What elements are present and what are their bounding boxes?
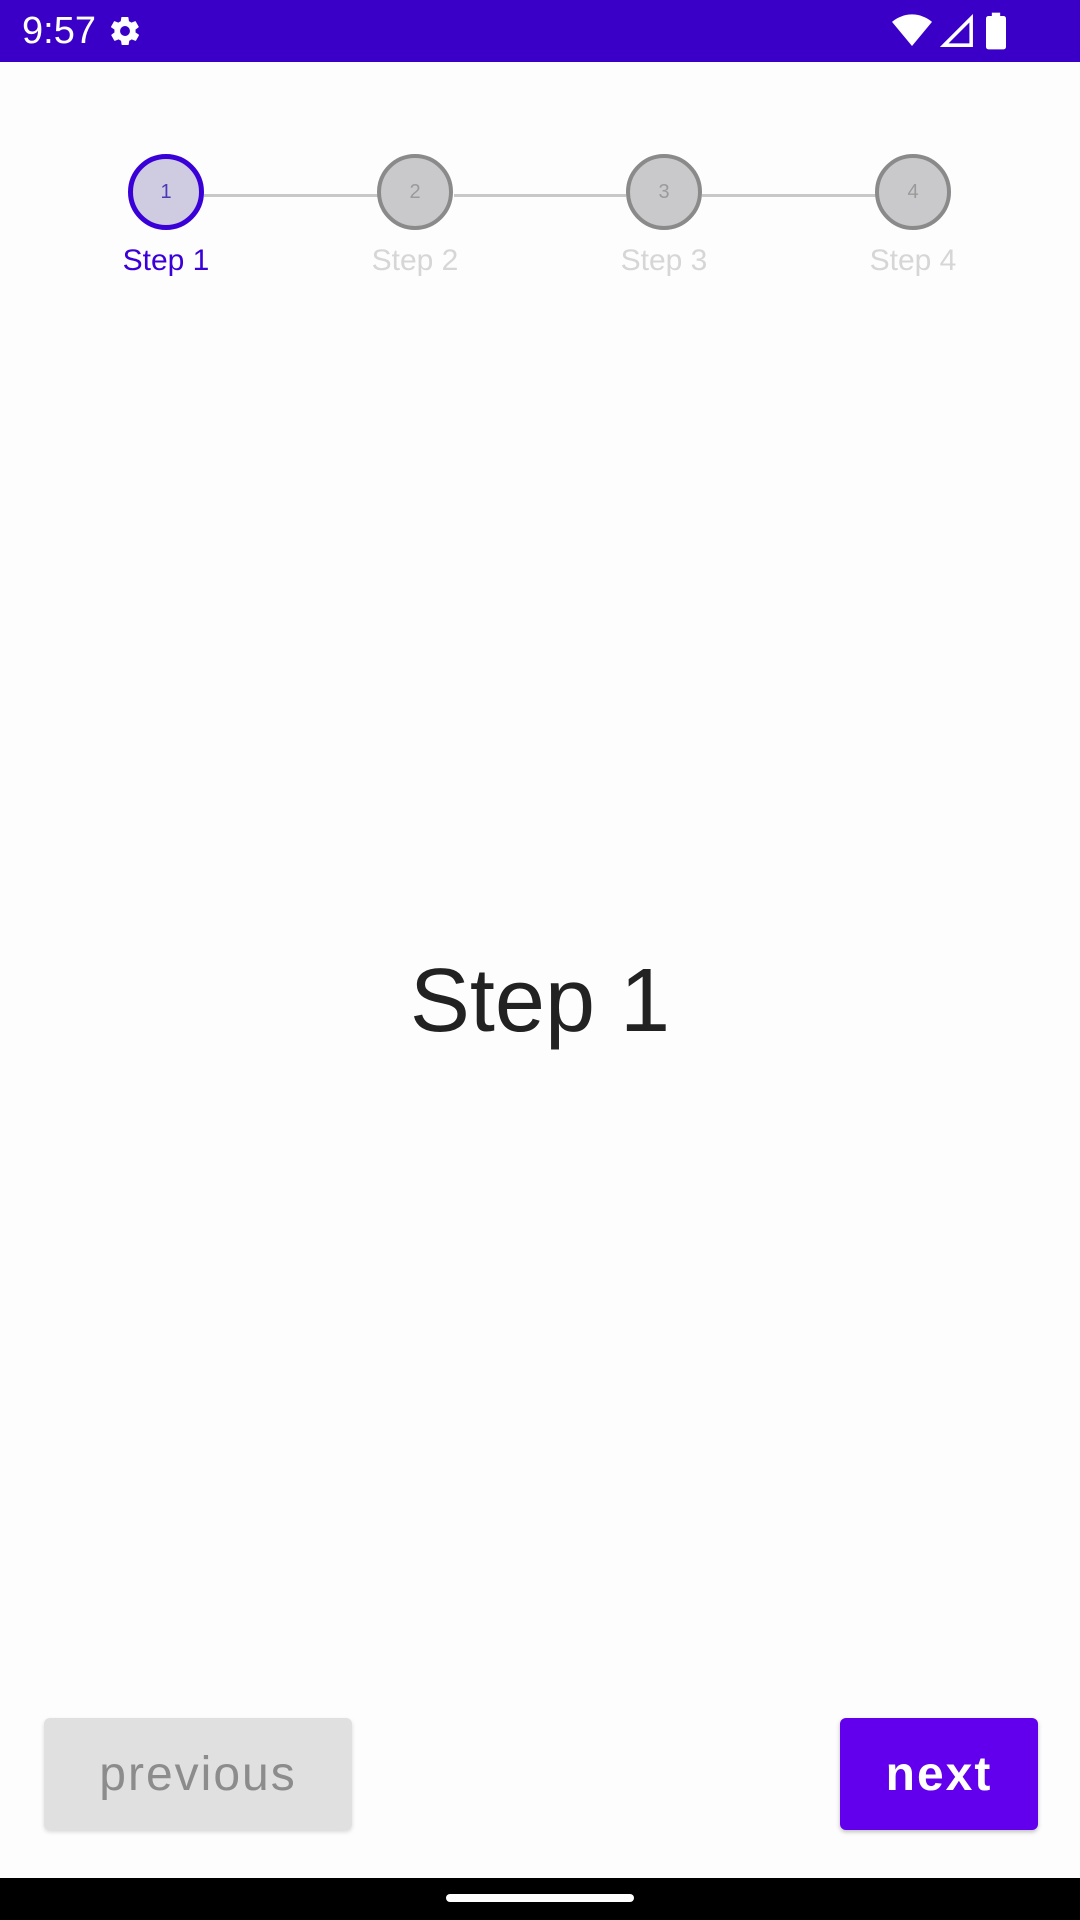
step-4[interactable]: 4 Step 4 [833, 154, 993, 278]
home-gesture-handle[interactable] [446, 1894, 634, 1902]
wifi-icon [892, 14, 932, 47]
gear-icon [111, 16, 139, 46]
status-time: 9:57 [22, 10, 96, 52]
battery-icon [986, 12, 1006, 50]
step-2[interactable]: 2 Step 2 [335, 154, 495, 278]
navigation-bar [0, 1878, 1080, 1920]
step-label: Step 3 [620, 244, 708, 277]
step-circle: 1 [128, 154, 204, 230]
stepper: 1 Step 1 2 Step 2 3 Step 3 4 Step 4 [0, 150, 1080, 290]
step-content-title: Step 1 [409, 951, 671, 1051]
signal-icon [940, 14, 973, 47]
step-label: Step 2 [371, 244, 459, 277]
step-circle: 2 [377, 154, 453, 230]
previous-button[interactable]: previous [44, 1718, 352, 1830]
status-bar: 9:57 [0, 0, 1080, 62]
step-circle: 4 [875, 154, 951, 230]
step-circle: 3 [626, 154, 702, 230]
step-label: Step 4 [869, 244, 957, 277]
step-1[interactable]: 1 Step 1 [86, 154, 246, 278]
step-label: Step 1 [122, 244, 210, 277]
next-button[interactable]: next [840, 1718, 1038, 1830]
step-3[interactable]: 3 Step 3 [584, 154, 744, 278]
